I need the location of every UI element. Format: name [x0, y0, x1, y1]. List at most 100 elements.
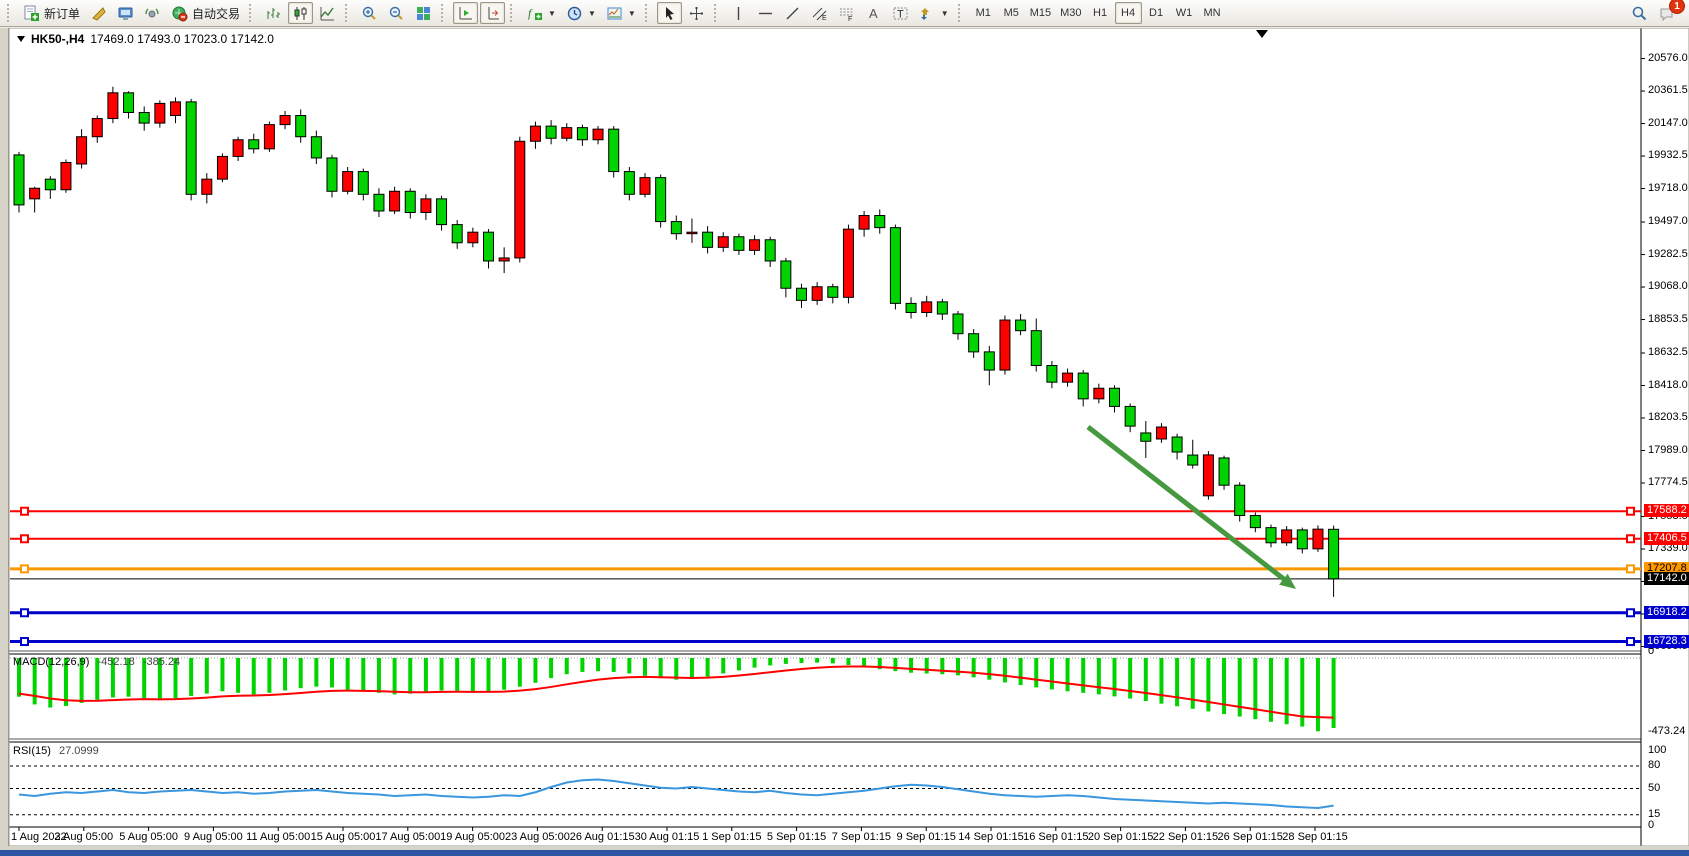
timeframe-toolbar: M1M5M15M30H1H4D1W1MN	[970, 2, 1226, 24]
candle-body	[390, 191, 400, 211]
zoom-out-button[interactable]	[384, 2, 409, 24]
line-handle[interactable]	[21, 535, 28, 542]
line-handle[interactable]	[21, 609, 28, 616]
price-axis-label: 19718.0	[1648, 182, 1688, 194]
candle-body	[1266, 528, 1276, 543]
candlestick-icon	[292, 5, 309, 22]
cursor-button[interactable]	[657, 2, 682, 24]
line-handle[interactable]	[1627, 609, 1634, 616]
search-icon	[1631, 5, 1648, 22]
auto-scroll-button[interactable]	[453, 2, 478, 24]
candle-body	[812, 287, 822, 301]
text-button[interactable]: A	[861, 2, 886, 24]
timeframe-button-h4[interactable]: H4	[1115, 2, 1142, 24]
timeframe-button-mn[interactable]: MN	[1199, 2, 1226, 24]
price-line-badge-17406.5: 17406.5	[1644, 532, 1689, 545]
candle-body	[1297, 530, 1307, 549]
timeframe-button-m15[interactable]: M15	[1026, 2, 1055, 24]
candle-body	[515, 141, 525, 258]
timeframe-button-m1[interactable]: M1	[970, 2, 997, 24]
macd-histogram-bar	[784, 658, 788, 664]
new-order-label: 新订单	[44, 5, 80, 22]
timeframe-button-m30[interactable]: M30	[1056, 2, 1085, 24]
candle-body	[280, 116, 290, 125]
candle-body	[108, 93, 118, 119]
periods-button[interactable]: ▼	[562, 2, 600, 24]
svg-text:E: E	[822, 15, 827, 22]
line-handle[interactable]	[21, 638, 28, 645]
zoom-in-button[interactable]	[357, 2, 382, 24]
rsi-value: 27.0999	[59, 745, 99, 757]
time-axis-label: 9 Sep 01:15	[897, 831, 956, 843]
macd-histogram-bar	[189, 658, 193, 696]
arrows-button[interactable]: ▼	[915, 2, 953, 24]
tile-windows-button[interactable]	[411, 2, 436, 24]
price-axis-label: 18203.5	[1648, 411, 1688, 423]
equidistant-channel-button[interactable]: E	[807, 2, 832, 24]
timeframe-button-w1[interactable]: W1	[1171, 2, 1198, 24]
macd-histogram-bar	[1316, 658, 1320, 731]
search-button[interactable]	[1627, 2, 1652, 24]
macd-histogram-bar	[1175, 658, 1179, 706]
macd-histogram-bar	[252, 658, 256, 694]
line-handle[interactable]	[1627, 508, 1634, 515]
notification-badge: 1	[1669, 0, 1685, 14]
line-handle[interactable]	[21, 508, 28, 515]
chart-shift-button[interactable]	[480, 2, 505, 24]
candle-body	[843, 229, 853, 297]
price-line-badge-16918.2: 16918.2	[1644, 606, 1689, 619]
auto-trading-button[interactable]: 自动交易	[167, 2, 244, 24]
candlestick-chart-button[interactable]	[288, 2, 313, 24]
horizontal-line-button[interactable]	[753, 2, 778, 24]
text-label-button[interactable]: T	[888, 2, 913, 24]
macd-histogram-bar	[330, 658, 334, 687]
indicators-button[interactable]: f ▼	[522, 2, 560, 24]
trendline-icon	[784, 5, 801, 22]
trend-arrow[interactable]	[1088, 427, 1285, 580]
styler-button[interactable]	[86, 2, 111, 24]
terminal-button[interactable]	[113, 2, 138, 24]
candle-body	[875, 216, 885, 228]
macd-histogram-bar	[1019, 658, 1023, 685]
fibonacci-button[interactable]: F	[834, 2, 859, 24]
trendline-button[interactable]	[780, 2, 805, 24]
vertical-line-button[interactable]	[726, 2, 751, 24]
rsi-pane-label: RSI(15) 27.0999	[13, 745, 99, 757]
candle-body	[1031, 331, 1041, 366]
candle-body	[1188, 455, 1198, 465]
macd-histogram-bar	[956, 658, 960, 675]
candle-body	[624, 172, 634, 195]
candle-body	[202, 179, 212, 194]
line-handle[interactable]	[1627, 535, 1634, 542]
bar-chart-icon	[265, 5, 282, 22]
chat-button[interactable]: 1	[1654, 2, 1679, 24]
timeframe-button-m5[interactable]: M5	[998, 2, 1025, 24]
macd-histogram-bar	[1081, 658, 1085, 693]
time-axis-label: 22 Sep 01:15	[1153, 831, 1218, 843]
macd-histogram-bar	[627, 658, 631, 673]
candle-body	[1000, 320, 1010, 370]
signals-button[interactable]	[140, 2, 165, 24]
chart-window[interactable]: HK50-,H4 17469.0 17493.0 17023.0 17142.0…	[9, 28, 1689, 846]
line-handle[interactable]	[1627, 565, 1634, 572]
template-icon	[606, 5, 623, 22]
new-order-button[interactable]: 新订单	[19, 2, 84, 24]
svg-text:T: T	[897, 8, 904, 20]
timeframe-button-d1[interactable]: D1	[1143, 2, 1170, 24]
macd-histogram-bar	[768, 658, 772, 665]
chart-canvas[interactable]	[9, 28, 1689, 846]
price-axis-label: 20576.0	[1648, 52, 1688, 64]
text-icon: A	[865, 5, 882, 22]
toolbar-separator	[958, 4, 965, 22]
macd-signal-value: -385.24	[143, 656, 180, 668]
crosshair-button[interactable]	[684, 2, 709, 24]
candle-body	[703, 232, 713, 247]
line-handle[interactable]	[21, 565, 28, 572]
candle-body	[1313, 529, 1323, 549]
timeframe-button-h1[interactable]: H1	[1087, 2, 1114, 24]
line-chart-button[interactable]	[315, 2, 340, 24]
templates-button[interactable]: ▼	[602, 2, 640, 24]
price-axis-label: 17989.0	[1648, 444, 1688, 456]
bar-chart-button[interactable]	[261, 2, 286, 24]
line-handle[interactable]	[1627, 638, 1634, 645]
